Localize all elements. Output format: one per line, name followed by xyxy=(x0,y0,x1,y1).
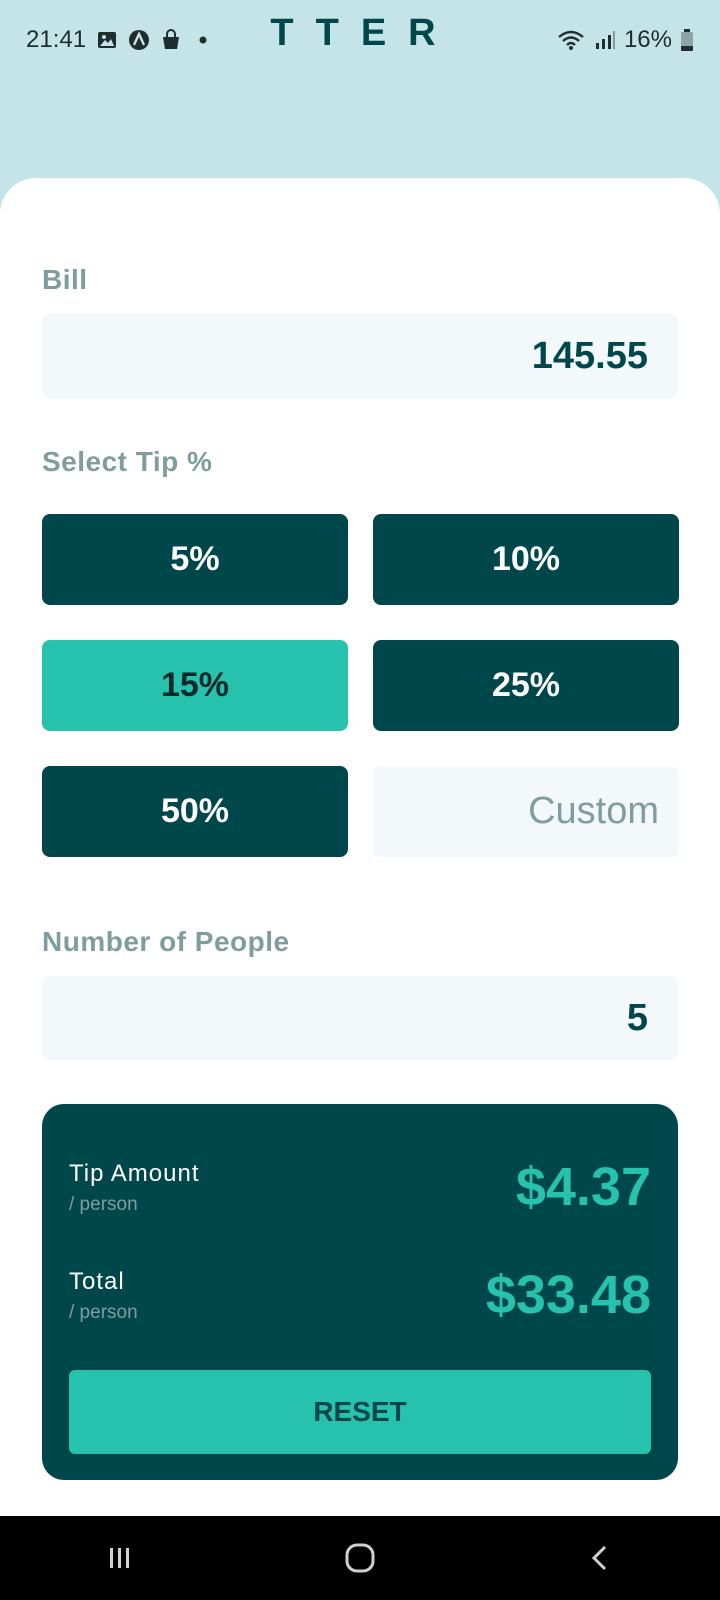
people-label: Number of People xyxy=(42,926,290,957)
bill-label: Bill xyxy=(42,264,88,295)
people-value: 5 xyxy=(626,996,648,1039)
tip-button-50[interactable]: 50% xyxy=(42,766,348,857)
bill-input[interactable]: 145.55 xyxy=(42,314,678,398)
tip-button-5[interactable]: 5% xyxy=(42,514,348,605)
back-button[interactable] xyxy=(570,1528,630,1588)
total-value: $33.48 xyxy=(485,1265,651,1325)
total-title: Total xyxy=(69,1268,125,1295)
recent-apps-button[interactable] xyxy=(90,1528,150,1588)
recent-apps-icon xyxy=(110,1548,129,1568)
bill-value: 145.55 xyxy=(531,334,648,377)
select-tip-label: Select Tip % xyxy=(42,446,213,477)
custom-tip-input[interactable]: Custom xyxy=(373,766,679,857)
tip-button-10[interactable]: 10% xyxy=(373,514,679,605)
tip-button-15[interactable]: 15% xyxy=(42,640,348,731)
custom-tip-placeholder: Custom xyxy=(528,790,659,832)
results-panel: Tip Amount / person $4.37 Total / person… xyxy=(42,1104,678,1480)
people-input[interactable]: 5 xyxy=(42,976,678,1060)
back-icon xyxy=(591,1545,607,1571)
total-sub: / person xyxy=(69,1302,138,1323)
total-row: Total / person $33.48 xyxy=(69,1264,651,1354)
tip-button-25[interactable]: 25% xyxy=(373,640,679,731)
home-icon xyxy=(345,1543,375,1573)
home-button[interactable] xyxy=(330,1528,390,1588)
tip-amount-title: Tip Amount xyxy=(69,1160,200,1187)
reset-button[interactable]: RESET xyxy=(69,1370,651,1454)
tip-amount-sub: / person xyxy=(69,1194,138,1215)
tip-amount-value: $4.37 xyxy=(515,1157,651,1217)
tip-amount-row: Tip Amount / person $4.37 xyxy=(69,1156,651,1246)
app-logo: TTER xyxy=(270,12,458,54)
system-nav-bar xyxy=(0,1516,720,1600)
